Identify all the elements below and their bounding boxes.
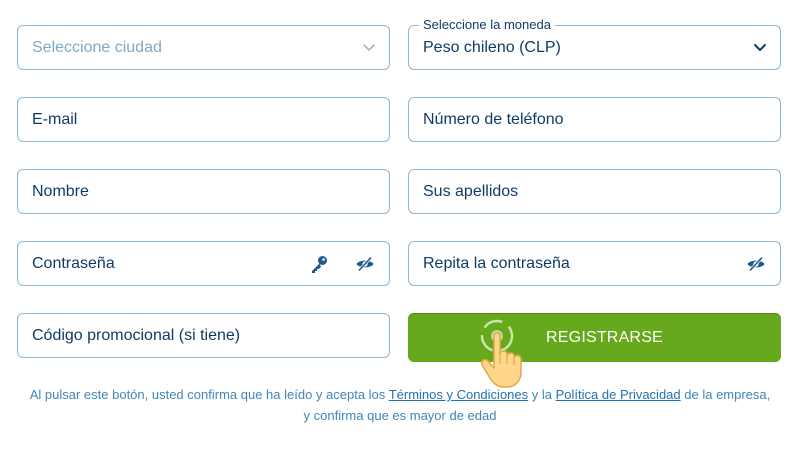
email-field[interactable]: E-mail — [17, 97, 390, 142]
legal-line2: y confirma que es mayor de edad — [303, 408, 497, 423]
legal-suffix: de la empresa, — [684, 387, 771, 402]
city-select-placeholder: Seleccione ciudad — [32, 38, 162, 56]
legal-connector: y la — [531, 387, 552, 402]
phone-field[interactable]: Número de teléfono — [408, 97, 781, 142]
first-name-field[interactable]: Nombre — [17, 169, 390, 214]
eye-slash-icon[interactable] — [746, 254, 766, 274]
register-button-label: REGISTRARSE — [546, 328, 663, 346]
terms-link[interactable]: Términos y Condiciones — [389, 387, 528, 402]
chevron-down-icon — [363, 44, 375, 51]
eye-slash-icon[interactable] — [355, 254, 375, 274]
currency-select-value: Peso chileno (CLP) — [423, 38, 561, 56]
password-field-placeholder: Contraseña — [32, 254, 115, 272]
legal-prefix: Al pulsar este botón, usted confirma que… — [29, 387, 386, 402]
promo-code-field-placeholder: Código promocional (si tiene) — [32, 326, 241, 344]
key-icon[interactable] — [309, 254, 329, 274]
repeat-password-field-placeholder: Repita la contraseña — [423, 254, 570, 272]
city-select[interactable]: Seleccione ciudad — [17, 25, 390, 70]
last-name-field-placeholder: Sus apellidos — [423, 182, 519, 200]
legal-notice: Al pulsar este botón, usted confirma que… — [0, 384, 800, 426]
currency-select[interactable]: Seleccione la moneda Peso chileno (CLP) — [408, 17, 781, 70]
register-button[interactable]: REGISTRARSE — [408, 313, 781, 362]
email-field-placeholder: E-mail — [32, 110, 78, 128]
last-name-field[interactable]: Sus apellidos — [408, 169, 781, 214]
phone-field-placeholder: Número de teléfono — [423, 110, 564, 128]
chevron-down-icon — [754, 44, 766, 51]
hand-pointer-icon — [480, 319, 522, 388]
privacy-link[interactable]: Política de Privacidad — [556, 387, 681, 402]
first-name-field-placeholder: Nombre — [32, 182, 89, 200]
promo-code-field[interactable]: Código promocional (si tiene) — [17, 313, 390, 358]
password-field[interactable]: Contraseña — [17, 241, 390, 286]
currency-select-label: Seleccione la moneda — [419, 17, 555, 32]
repeat-password-field[interactable]: Repita la contraseña — [408, 241, 781, 286]
